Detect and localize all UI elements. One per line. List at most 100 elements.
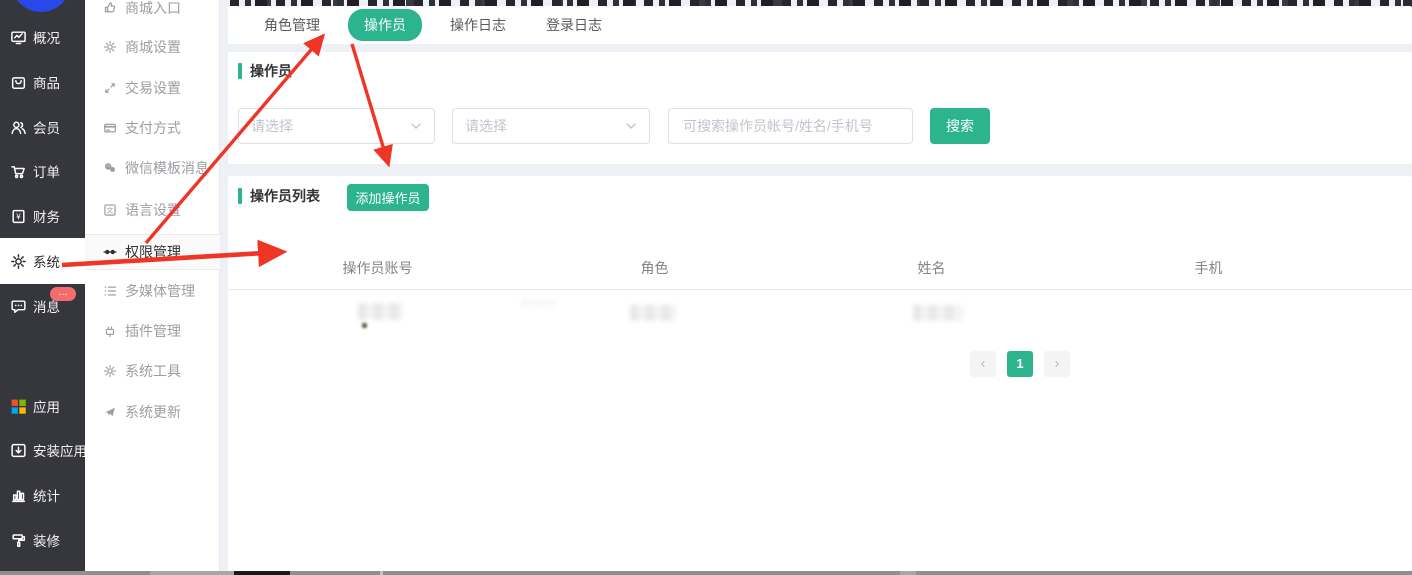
submenu-item-label: 语言设置 bbox=[125, 200, 181, 220]
svg-text:¥: ¥ bbox=[16, 212, 21, 221]
credit-card-icon bbox=[103, 121, 117, 135]
sidebar-item-members[interactable]: 会员 bbox=[0, 112, 85, 142]
redacted-smudge bbox=[521, 300, 557, 306]
sidebar-item-label: 概况 bbox=[33, 27, 60, 47]
column-header-account: 操作员账号 bbox=[239, 258, 516, 278]
tab-operators[interactable]: 操作员 bbox=[348, 9, 422, 41]
language-icon: 文 bbox=[103, 203, 117, 217]
operator-list-panel: 操作员列表 添加操作员 操作员账号 角色 姓名 手机 ‹ 1 › bbox=[228, 176, 1412, 571]
sidebar-item-goods[interactable]: 商品 bbox=[0, 67, 85, 97]
apps-icon bbox=[10, 398, 27, 415]
table-header-divider bbox=[228, 289, 1412, 290]
section-title-text: 操作员列表 bbox=[250, 186, 320, 206]
search-button[interactable]: 搜索 bbox=[930, 108, 990, 144]
submenu-item-mall-entry[interactable]: 商城入口 bbox=[85, 0, 220, 22]
strip-notch bbox=[380, 571, 383, 575]
tab-operation-log[interactable]: 操作日志 bbox=[438, 10, 518, 40]
chat-icon bbox=[10, 298, 27, 315]
section-accent-bar bbox=[238, 188, 242, 204]
gear-icon bbox=[10, 253, 27, 270]
submenu-item-label: 商城设置 bbox=[125, 37, 181, 57]
install-icon bbox=[10, 442, 27, 459]
svg-text:文: 文 bbox=[107, 206, 114, 215]
submenu-item-permission-management[interactable]: 权限管理 bbox=[85, 234, 220, 270]
tabs-bar: 角色管理 操作员 操作日志 登录日志 bbox=[228, 6, 1412, 44]
messages-count-badge: … bbox=[50, 287, 76, 301]
submenu-item-label: 支付方式 bbox=[125, 118, 181, 138]
sidebar-item-system[interactable]: 系统 bbox=[0, 238, 85, 284]
redacted-account-cell bbox=[358, 303, 403, 320]
thumb-icon bbox=[103, 1, 117, 15]
members-icon bbox=[10, 119, 27, 136]
sidebar-item-decorate[interactable]: 装修 bbox=[0, 525, 85, 555]
trade-arrows-icon bbox=[103, 81, 117, 95]
paint-roller-icon bbox=[10, 532, 27, 549]
submenu-item-media-management[interactable]: 多媒体管理 bbox=[85, 277, 220, 305]
submenu-item-plugin-management[interactable]: 插件管理 bbox=[85, 317, 220, 345]
stats-icon bbox=[10, 487, 27, 504]
sidebar-item-apps[interactable]: 应用 bbox=[0, 391, 85, 421]
select-placeholder: 请选择 bbox=[465, 116, 507, 136]
operator-search-input[interactable] bbox=[668, 108, 913, 144]
pagination-next-button[interactable]: › bbox=[1044, 351, 1070, 377]
tab-role-management[interactable]: 角色管理 bbox=[252, 10, 332, 40]
main-content: 角色管理 操作员 操作日志 登录日志 操作员 请选择 请选择 搜索 bbox=[220, 0, 1412, 571]
sidebar-item-label: 订单 bbox=[33, 161, 60, 181]
sidebar-item-label: 系统 bbox=[33, 251, 60, 271]
pagination: ‹ 1 › bbox=[970, 351, 1070, 377]
strip-segment bbox=[150, 571, 234, 575]
filter-select-2[interactable]: 请选择 bbox=[452, 108, 650, 144]
primary-sidebar: 概况 商品 会员 订单 ¥ 财务 系统 消息 … 应用 bbox=[0, 0, 85, 571]
sidebar-item-orders[interactable]: 订单 bbox=[0, 156, 85, 186]
sidebar-item-label: 商品 bbox=[33, 72, 60, 92]
submenu-item-label: 系统更新 bbox=[125, 402, 181, 422]
submenu-item-label: 系统工具 bbox=[125, 361, 181, 381]
submenu-item-label: 权限管理 bbox=[125, 242, 181, 262]
pagination-page-1[interactable]: 1 bbox=[1007, 351, 1033, 377]
sidebar-item-overview[interactable]: 概况 bbox=[0, 22, 85, 52]
submenu-item-system-update[interactable]: 系统更新 bbox=[85, 398, 220, 426]
mask-icon bbox=[103, 245, 117, 259]
strip-segment bbox=[900, 571, 916, 575]
submenu-item-trade-settings[interactable]: 交易设置 bbox=[85, 74, 220, 102]
submenu-item-label: 插件管理 bbox=[125, 321, 181, 341]
sidebar-item-label: 统计 bbox=[33, 485, 60, 505]
redacted-role-cell bbox=[630, 305, 676, 321]
redacted-name-cell bbox=[913, 305, 962, 321]
cart-icon bbox=[10, 163, 27, 180]
submenu-item-payment-methods[interactable]: 支付方式 bbox=[85, 114, 220, 142]
admin-screen: 概况 商品 会员 订单 ¥ 财务 系统 消息 … 应用 bbox=[0, 0, 1412, 575]
tab-login-log[interactable]: 登录日志 bbox=[534, 10, 614, 40]
submenu-item-mall-settings[interactable]: 商城设置 bbox=[85, 33, 220, 61]
sidebar-item-install-apps[interactable]: 安装应用 bbox=[0, 435, 85, 465]
section-title-operator-list: 操作员列表 bbox=[238, 186, 320, 206]
sidebar-item-label: 安装应用 bbox=[33, 440, 85, 460]
operator-filter-panel: 操作员 请选择 请选择 搜索 bbox=[228, 52, 1412, 164]
section-title-operator: 操作员 bbox=[238, 61, 292, 81]
sidebar-item-label: 会员 bbox=[33, 117, 60, 137]
column-header-phone: 手机 bbox=[1070, 258, 1347, 278]
logo-avatar[interactable] bbox=[11, 0, 71, 12]
paper-plane-icon bbox=[103, 405, 117, 419]
table-header-row: 操作员账号 角色 姓名 手机 bbox=[239, 258, 1347, 278]
sidebar-item-finance[interactable]: ¥ 财务 bbox=[0, 201, 85, 231]
submenu-item-label: 微信模板消息 bbox=[125, 158, 209, 178]
submenu-item-label: 多媒体管理 bbox=[125, 281, 195, 301]
redacted-fragment bbox=[362, 323, 367, 328]
add-operator-button[interactable]: 添加操作员 bbox=[347, 184, 429, 211]
sidebar-item-label: 财务 bbox=[33, 206, 60, 226]
column-header-name: 姓名 bbox=[793, 258, 1070, 278]
wechat-icon bbox=[103, 161, 117, 175]
plugin-icon bbox=[103, 324, 117, 338]
sidebar-item-stats[interactable]: 统计 bbox=[0, 480, 85, 510]
filter-select-1[interactable]: 请选择 bbox=[238, 108, 435, 144]
submenu-item-language-settings[interactable]: 文 语言设置 bbox=[85, 196, 220, 224]
monitor-icon bbox=[10, 29, 27, 46]
submenu-item-system-tools[interactable]: 系统工具 bbox=[85, 357, 220, 385]
gear-icon bbox=[103, 364, 117, 378]
bottom-edge-strip bbox=[0, 571, 1412, 575]
submenu-item-wechat-template[interactable]: 微信模板消息 bbox=[85, 154, 220, 182]
pagination-prev-button[interactable]: ‹ bbox=[970, 351, 996, 377]
secondary-sidebar: 商城入口 商城设置 交易设置 支付方式 微信模板消息 文 语言设置 权限管理 多 bbox=[85, 0, 220, 571]
chevron-down-icon bbox=[625, 120, 637, 132]
